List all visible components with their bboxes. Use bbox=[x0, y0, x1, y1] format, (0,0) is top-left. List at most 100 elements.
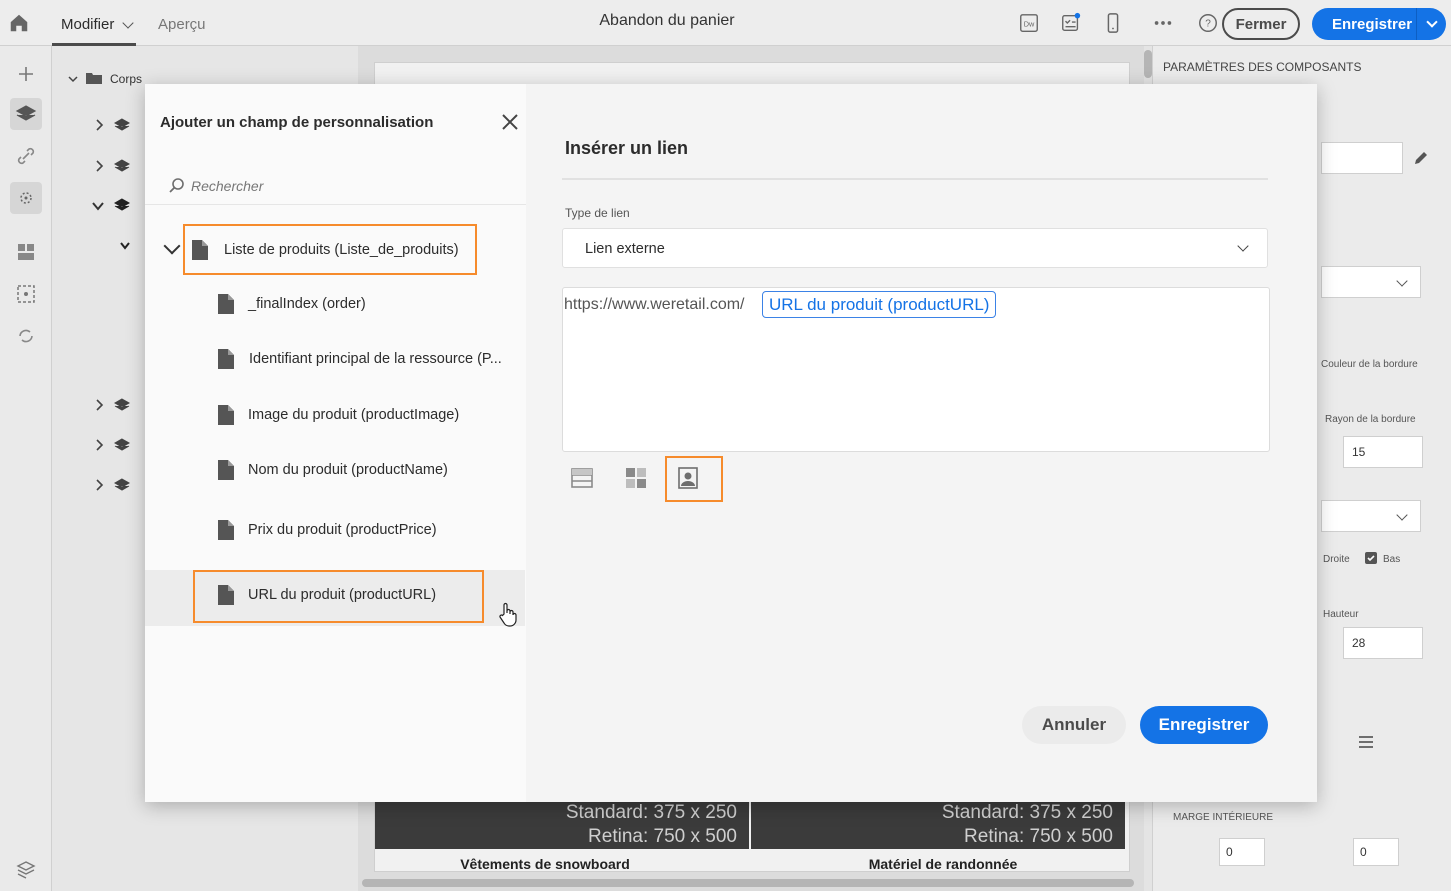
tree-item-label: Prix du produit (productPrice) bbox=[248, 522, 437, 538]
tree-item-final-index[interactable]: _finalIndex (order) bbox=[145, 280, 526, 330]
insert-link-title: Insérer un lien bbox=[565, 138, 689, 158]
layers-settings-icon[interactable] bbox=[14, 858, 38, 882]
tab-modifier[interactable]: Modifier bbox=[52, 0, 136, 46]
pencil-icon[interactable] bbox=[1413, 150, 1429, 166]
svg-text:Dw: Dw bbox=[1024, 20, 1035, 29]
document-icon bbox=[218, 349, 234, 369]
image-size-standard: Standard: 375 x 250 bbox=[941, 802, 1113, 823]
tree-item-product-name[interactable]: Nom du produit (productName) bbox=[145, 446, 526, 496]
chevron-down-icon[interactable] bbox=[163, 237, 181, 255]
structures-icon[interactable] bbox=[14, 240, 38, 264]
chevron-right-icon[interactable] bbox=[94, 479, 104, 491]
height-input[interactable]: 28 bbox=[1343, 627, 1423, 659]
left-rail bbox=[0, 46, 52, 891]
tab-modifier-label: Modifier bbox=[61, 16, 115, 33]
close-button[interactable]: Fermer bbox=[1222, 8, 1300, 40]
horizontal-scrollbar[interactable] bbox=[362, 879, 1134, 887]
padding-label: MARGE INTÉRIEURE bbox=[1173, 812, 1274, 823]
search-input[interactable] bbox=[191, 174, 491, 198]
chevron-down-icon[interactable] bbox=[120, 240, 130, 252]
document-icon bbox=[218, 294, 234, 314]
border-color-label: Couleur de la bordure bbox=[1321, 359, 1418, 370]
more-icon[interactable] bbox=[1152, 12, 1174, 34]
url-prefix-text: https://www.weretail.com/ bbox=[564, 296, 745, 313]
tree-item-product-price[interactable]: Prix du produit (productPrice) bbox=[145, 506, 526, 556]
folder-icon bbox=[86, 73, 102, 84]
target-icon[interactable] bbox=[14, 186, 38, 210]
insert-link-panel: Insérer un lien Type de lien Lien extern… bbox=[526, 84, 1317, 802]
help-icon[interactable]: ? bbox=[1197, 12, 1219, 34]
close-icon[interactable] bbox=[501, 113, 519, 131]
grid-blocks-icon[interactable] bbox=[624, 466, 648, 490]
sync-icon[interactable] bbox=[14, 324, 38, 348]
chevron-down-icon[interactable] bbox=[92, 201, 104, 211]
svg-text:?: ? bbox=[1205, 19, 1211, 30]
checkbox-checked-icon[interactable] bbox=[1365, 552, 1377, 564]
checklist-icon[interactable] bbox=[1060, 12, 1082, 34]
chevron-down-icon bbox=[1237, 240, 1249, 252]
layers-icon bbox=[114, 118, 130, 131]
chevron-right-icon[interactable] bbox=[94, 160, 104, 172]
tree-item-label: Identifiant principal de la ressource (P… bbox=[249, 351, 502, 367]
link-type-label: Type de lien bbox=[565, 206, 630, 220]
product-image-block[interactable]: Standard: 375 x 250 Retina: 750 x 500 bbox=[751, 801, 1125, 849]
border-radius-input[interactable]: 15 bbox=[1343, 436, 1423, 468]
chevron-right-icon[interactable] bbox=[94, 119, 104, 131]
product-caption: Matériel de randonnée bbox=[868, 856, 1018, 872]
layers-icon bbox=[114, 198, 130, 211]
home-icon[interactable] bbox=[8, 12, 30, 34]
search-icon bbox=[169, 178, 184, 193]
layers-icon[interactable] bbox=[14, 102, 38, 126]
plus-icon[interactable] bbox=[14, 62, 38, 86]
document-icon bbox=[218, 520, 234, 540]
document-icon bbox=[218, 405, 234, 425]
mobile-preview-icon[interactable] bbox=[1102, 12, 1124, 34]
product-caption: Vêtements de snowboard bbox=[460, 856, 630, 872]
document-icon bbox=[218, 460, 234, 480]
text-field[interactable] bbox=[1321, 142, 1403, 174]
properties-heading: PARAMÈTRES DES COMPOSANTS bbox=[1163, 60, 1362, 74]
search-box bbox=[163, 168, 503, 204]
layers-icon bbox=[114, 478, 130, 491]
personalization-modal: Ajouter un champ de personnalisation Lis… bbox=[145, 84, 1317, 802]
save-top-button[interactable]: Enregistrer bbox=[1312, 8, 1446, 40]
tab-apercu[interactable]: Aperçu bbox=[158, 16, 206, 33]
tree-item-label: _finalIndex (order) bbox=[248, 296, 366, 312]
height-label: Hauteur bbox=[1323, 609, 1359, 620]
padding-input[interactable]: 0 bbox=[1219, 838, 1265, 866]
chevron-down-icon bbox=[122, 17, 134, 29]
highlight-box bbox=[193, 570, 484, 623]
tree-item-label: Image du produit (productImage) bbox=[248, 407, 460, 423]
hand-cursor-icon bbox=[499, 602, 517, 627]
chevron-right-icon[interactable] bbox=[94, 439, 104, 451]
bottom-label: Bas bbox=[1383, 554, 1401, 565]
link-url-editor[interactable]: https://www.weretail.com/ URL du produit… bbox=[562, 287, 1270, 452]
tree-item-product-image[interactable]: Image du produit (productImage) bbox=[145, 391, 526, 441]
personalization-token[interactable]: URL du produit (productURL) bbox=[762, 291, 997, 318]
link-type-value: Lien externe bbox=[585, 241, 665, 257]
vertical-scrollbar[interactable] bbox=[1144, 50, 1152, 78]
tree-item-label: Nom du produit (productName) bbox=[248, 462, 448, 478]
save-top-label: Enregistrer bbox=[1332, 15, 1413, 33]
padding-input[interactable]: 0 bbox=[1353, 838, 1399, 866]
chevron-down-icon[interactable] bbox=[68, 74, 78, 84]
link-type-select[interactable]: Lien externe bbox=[562, 228, 1268, 268]
fragment-icon[interactable] bbox=[14, 282, 38, 306]
chevron-down-icon[interactable] bbox=[1426, 16, 1438, 28]
layers-icon bbox=[114, 159, 130, 172]
image-size-retina: Retina: 750 x 500 bbox=[964, 826, 1113, 847]
layers-icon bbox=[114, 398, 130, 411]
chevron-right-icon[interactable] bbox=[94, 399, 104, 411]
layers-icon bbox=[114, 438, 130, 451]
menu-icon[interactable] bbox=[1357, 734, 1375, 750]
layer-root-label: Corps bbox=[110, 72, 143, 86]
save-button[interactable]: Enregistrer bbox=[1140, 706, 1268, 744]
image-size-retina: Retina: 750 x 500 bbox=[588, 826, 737, 847]
dreamweaver-icon[interactable]: Dw bbox=[1018, 12, 1040, 34]
link-icon[interactable] bbox=[14, 144, 38, 168]
layout-rows-icon[interactable] bbox=[570, 466, 594, 490]
product-image-block[interactable]: Standard: 375 x 250 Retina: 750 x 500 bbox=[375, 801, 749, 849]
cancel-button[interactable]: Annuler bbox=[1022, 706, 1126, 744]
document-title: Abandon du panier bbox=[599, 12, 735, 29]
tree-item-resource-id[interactable]: Identifiant principal de la ressource (P… bbox=[145, 335, 526, 385]
